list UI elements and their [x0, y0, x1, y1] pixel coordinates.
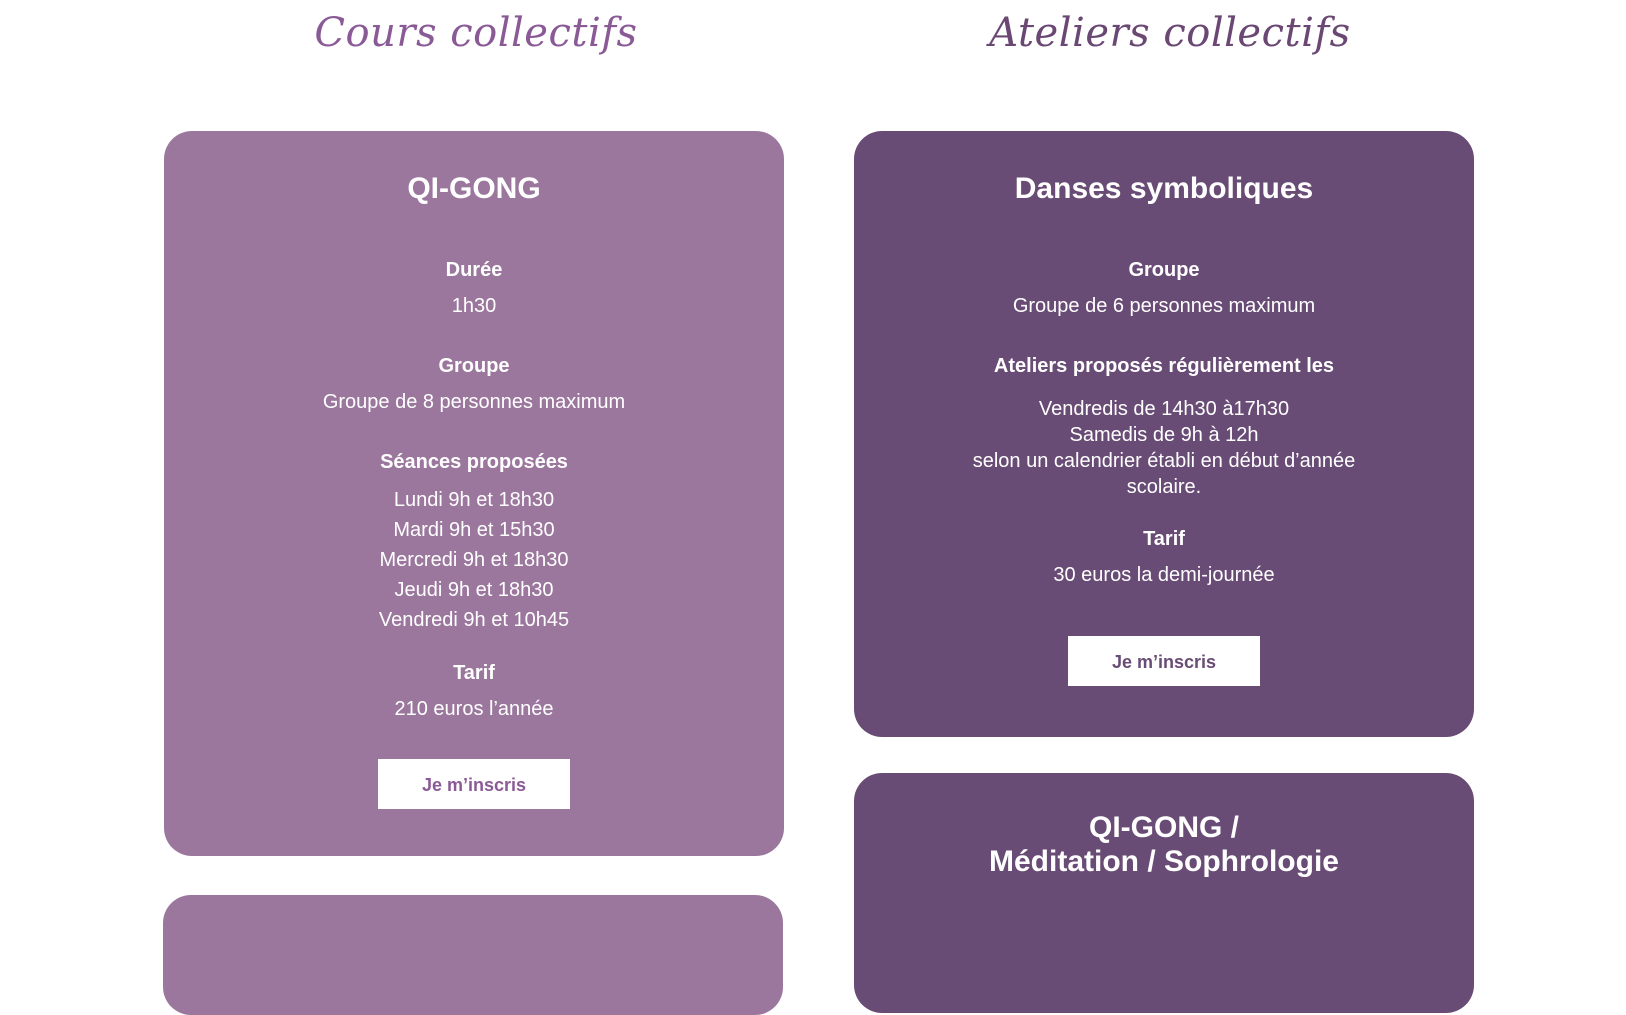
- signup-button[interactable]: Je m’inscris: [1068, 636, 1260, 686]
- schedule-line: Samedis de 9h à 12h: [1069, 424, 1259, 446]
- seance-item: Vendredi 9h et 10h45: [378, 609, 570, 631]
- tarif-label: Tarif: [1143, 528, 1185, 550]
- ateliers-schedule: Vendredis de 14h30 à17h30 Samedis de 9h …: [854, 396, 1474, 500]
- duree-value: 1h30: [451, 295, 497, 317]
- course-card-next: [163, 895, 783, 1015]
- card-title: QI-GONG: [407, 172, 541, 205]
- schedule-line: selon un calendrier établi en début d’an…: [972, 450, 1356, 472]
- groupe-label: Groupe: [1128, 259, 1200, 281]
- signup-button[interactable]: Je m’inscris: [378, 759, 570, 809]
- tarif-value: 210 euros l’année: [394, 698, 554, 720]
- seances-label: Séances proposées: [380, 451, 568, 473]
- seance-item: Mardi 9h et 15h30: [393, 519, 555, 541]
- seance-item: Jeudi 9h et 18h30: [394, 579, 554, 601]
- card-title-line1: QI-GONG /: [1089, 811, 1239, 844]
- seance-item: Lundi 9h et 18h30: [393, 489, 555, 511]
- card-title: Danses symboliques: [1014, 172, 1314, 205]
- section-title-cours-collectifs: Cours collectifs: [314, 10, 638, 56]
- seances-list: Lundi 9h et 18h30 Mardi 9h et 15h30 Merc…: [164, 485, 784, 635]
- section-title-ateliers-collectifs: Ateliers collectifs: [989, 10, 1351, 56]
- card-title-line2: Méditation / Sophrologie: [989, 845, 1339, 878]
- ateliers-label: Ateliers proposés régulièrement les: [993, 355, 1335, 377]
- schedule-line: Vendredis de 14h30 à17h30: [1038, 398, 1290, 420]
- danses-symboliques-card: Danses symboliques Groupe Groupe de 6 pe…: [854, 131, 1474, 737]
- tarif-value: 30 euros la demi-journée: [1053, 564, 1275, 586]
- card-title: QI-GONG / Méditation / Sophrologie: [854, 811, 1474, 879]
- groupe-value: Groupe de 6 personnes maximum: [1012, 295, 1316, 317]
- qigong-meditation-card: QI-GONG / Méditation / Sophrologie: [854, 773, 1474, 1013]
- groupe-value: Groupe de 8 personnes maximum: [322, 391, 626, 413]
- seance-item: Mercredi 9h et 18h30: [379, 549, 569, 571]
- groupe-label: Groupe: [438, 355, 510, 377]
- schedule-line: scolaire.: [1126, 476, 1202, 498]
- tarif-label: Tarif: [453, 662, 495, 684]
- qigong-course-card: QI-GONG Durée 1h30 Groupe Groupe de 8 pe…: [164, 131, 784, 856]
- duree-label: Durée: [445, 259, 503, 281]
